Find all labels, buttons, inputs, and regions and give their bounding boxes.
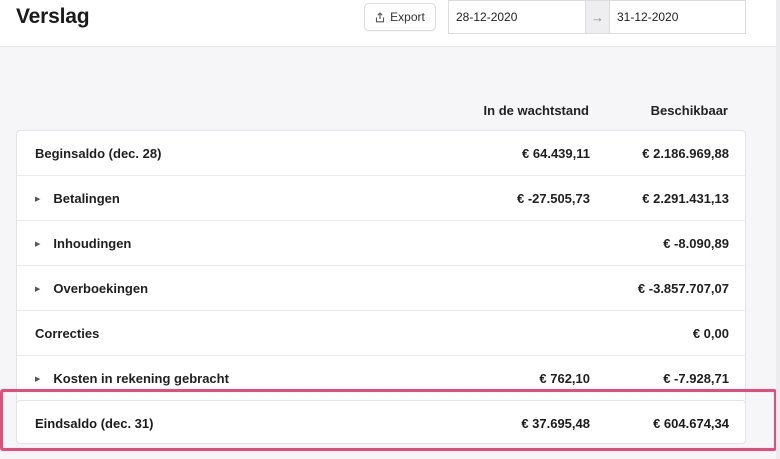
table-row: Correcties € 0,00 — [17, 311, 745, 356]
row-waiting-amount: € 64.439,11 — [522, 146, 590, 161]
table-row: Beginsaldo (dec. 28) € 64.439,11 € 2.186… — [17, 131, 745, 176]
caret-right-icon[interactable]: ▶ — [35, 375, 40, 383]
column-header-available: Beschikbaar — [650, 103, 728, 118]
share-icon — [375, 11, 385, 23]
table-row-expandable[interactable]: ▶ Overboekingen € -3.857.707,07 — [17, 266, 745, 311]
row-waiting-amount — [447, 311, 590, 356]
column-header-waiting: In de wachtstand — [483, 103, 589, 118]
row-available-amount: € 0,00 — [692, 326, 729, 341]
row-label: Overboekingen — [53, 281, 149, 296]
row-label: Correcties — [35, 326, 100, 341]
row-available-amount: € 2.186.969,88 — [642, 146, 729, 161]
row-available-amount: € -3.857.707,07 — [637, 281, 729, 296]
table-row-expandable[interactable]: ▶ Betalingen € -27.505,73 € 2.291.431,13 — [17, 176, 745, 221]
table-row-expandable[interactable]: ▶ Inhoudingen € -8.090,89 — [17, 221, 745, 266]
row-label: Kosten in rekening gebracht — [53, 371, 229, 386]
top-bar: Verslag Export 28-12-2020 → 31-12-2020 — [0, 0, 780, 47]
row-label: Inhoudingen — [53, 236, 132, 251]
row-label: Betalingen — [53, 191, 120, 206]
row-available-amount: € 2.291.431,13 — [642, 191, 729, 206]
row-available-amount: € -8.090,89 — [663, 236, 729, 251]
caret-right-icon[interactable]: ▶ — [35, 195, 40, 203]
row-waiting-amount — [447, 221, 590, 266]
row-waiting-amount — [447, 266, 590, 311]
export-button[interactable]: Export — [364, 3, 436, 31]
caret-right-icon[interactable]: ▶ — [35, 240, 40, 248]
page-title: Verslag — [16, 5, 90, 28]
date-to-input[interactable]: 31-12-2020 — [609, 0, 746, 34]
caret-right-icon[interactable]: ▶ — [35, 285, 40, 293]
highlight-frame — [0, 389, 777, 451]
date-from-input[interactable]: 28-12-2020 — [448, 0, 586, 34]
row-waiting-amount: € -27.505,73 — [516, 191, 590, 206]
row-label: Beginsaldo (dec. 28) — [35, 146, 162, 161]
arrow-right-icon: → — [586, 0, 609, 34]
scrollbar-track[interactable] — [776, 0, 780, 459]
export-button-label: Export — [390, 10, 425, 24]
